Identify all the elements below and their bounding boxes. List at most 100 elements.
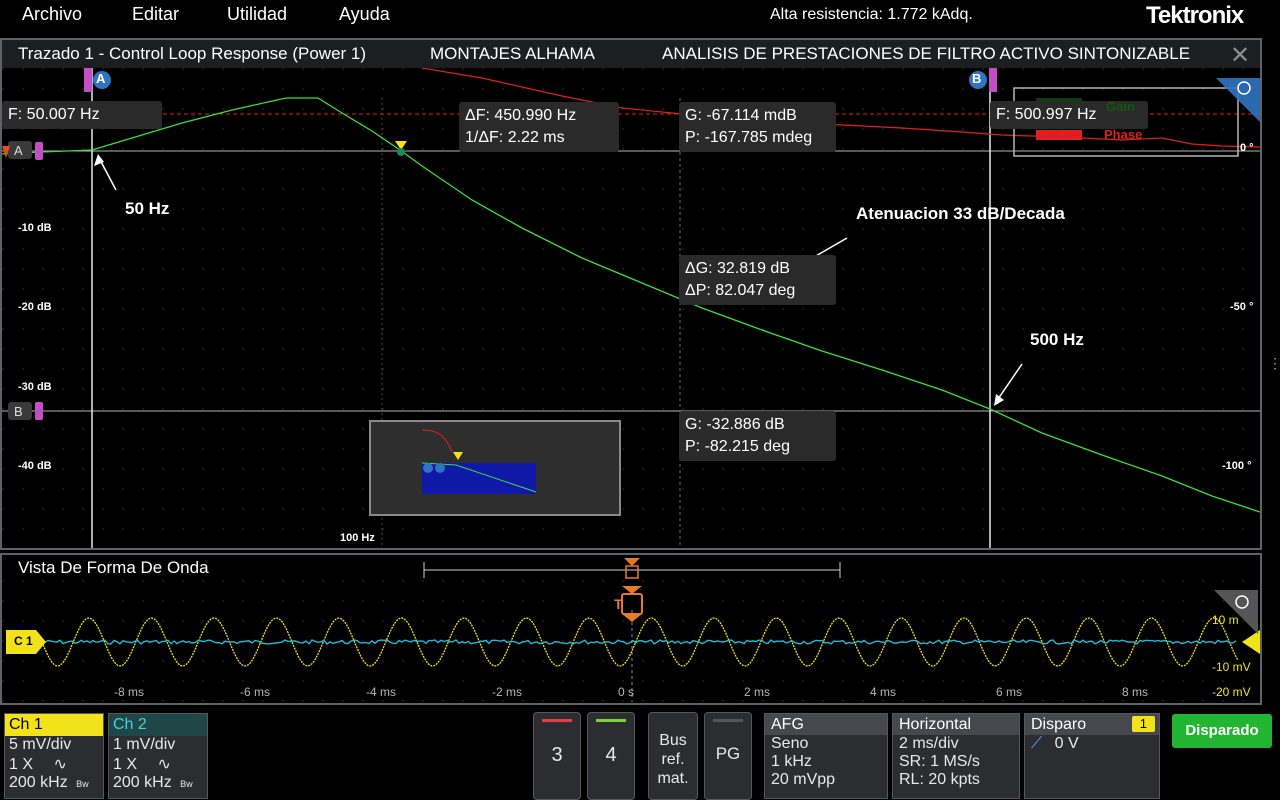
cursor-b-handle[interactable] <box>989 68 997 92</box>
trigger-panel[interactable]: Disparo 1 ⟋ 0 V <box>1024 713 1160 799</box>
ch4-color-bar <box>596 719 626 722</box>
wave-y-tick: -10 mV <box>1212 660 1251 674</box>
cursor-b-letter: B <box>972 71 982 86</box>
ch1-badge[interactable]: Ch 1 5 mV/div 1 X ∿ 200 kHz Bw <box>4 713 104 799</box>
trigger-label: T <box>614 596 623 612</box>
wave-x-tick: -6 ms <box>240 685 270 699</box>
minimap-b-icon <box>435 463 445 473</box>
channel-3-button[interactable]: 3 <box>533 712 581 800</box>
wave-x-tick: 6 ms <box>996 685 1023 699</box>
close-icon[interactable]: ✕ <box>1230 41 1250 70</box>
wave-x-tick: 0 s <box>618 685 635 699</box>
ref-b-handle[interactable] <box>35 402 43 420</box>
ch2-title: Ch 2 <box>109 714 207 736</box>
brand-logo: Tektronix <box>1146 2 1244 29</box>
y-tick-right: 0 ° <box>1240 142 1254 154</box>
top-phase: P: -167.785 mdeg <box>685 129 813 146</box>
side-drawer-handle-icon[interactable]: ⋮ <box>1268 356 1280 380</box>
channel-4-button[interactable]: 4 <box>587 712 635 800</box>
pg-label: PG <box>715 744 741 763</box>
ac-coupling-icon: ∿ <box>157 756 171 773</box>
bw-limit-icon: Bw <box>76 779 89 789</box>
readout-delta-g: ΔG: 32.819 dB ΔP: 82.047 deg <box>679 255 836 305</box>
horizontal-panel[interactable]: Horizontal 2 ms/div SR: 1 MS/s RL: 20 kp… <box>892 713 1020 799</box>
cursor-a-handle[interactable] <box>84 68 92 92</box>
bus-ref-math-button[interactable]: Bus ref. mat. <box>648 712 698 800</box>
legend-gain-label: Gain <box>1106 99 1135 114</box>
afg-panel[interactable]: AFG Seno 1 kHz 20 mVpp <box>764 713 888 799</box>
ch1-title: Ch 1 <box>5 714 103 736</box>
x-tick: 100 Hz <box>340 532 375 544</box>
afg-frequency: 1 kHz <box>771 753 812 770</box>
annotation-atten: Atenuacion 33 dB/Decada <box>856 204 1065 223</box>
rising-edge-icon: ⟋ <box>1031 735 1043 752</box>
ch1-tag-label: C 1 <box>14 634 33 648</box>
ch2-probe: 1 X ∿ <box>113 756 171 773</box>
peak-dot-icon <box>397 148 405 156</box>
wave-x-tick: 4 ms <box>870 685 897 699</box>
afg-amplitude: 20 mVpp <box>771 771 836 788</box>
bode-plot-area[interactable] <box>2 68 1260 548</box>
ref-label: ref. <box>661 751 685 768</box>
ref-a-handle[interactable] <box>35 142 43 160</box>
bus-label: Bus <box>659 732 687 749</box>
delta-phase: ΔP: 82.047 deg <box>685 282 796 299</box>
menu-ayuda[interactable]: Ayuda <box>339 4 390 25</box>
ch2-scale: 1 mV/div <box>113 736 176 753</box>
menu-archivo[interactable]: Archivo <box>22 4 82 25</box>
ch2-badge[interactable]: Ch 2 1 mV/div 1 X ∿ 200 kHz Bw <box>108 713 208 799</box>
horizontal-title: Horizontal <box>893 714 1019 735</box>
ch1-probe: 1 X ∿ <box>9 756 67 773</box>
horizontal-scale: 2 ms/div <box>899 735 959 752</box>
top-gain: G: -67.114 mdB <box>685 107 797 124</box>
pg-button[interactable]: PG <box>704 712 752 800</box>
acquisition-status: Alta resistencia: 1.772 kAdq. <box>770 6 973 23</box>
wave-y-tick: 10 m <box>1212 613 1239 627</box>
annotation-500hz: 500 Hz <box>1030 330 1084 349</box>
minimap-a-icon <box>423 463 433 473</box>
record-length: RL: 20 kpts <box>899 771 980 788</box>
afg-waveform: Seno <box>771 735 809 752</box>
waveform-grid <box>2 580 1260 702</box>
menu-editar[interactable]: Editar <box>132 4 179 25</box>
menu-utilidad[interactable]: Utilidad <box>227 4 287 25</box>
wave-y-tick: -20 mV <box>1212 685 1251 699</box>
readout-freq-a: F: 50.007 Hz <box>2 101 162 129</box>
trigger-level: 0 V <box>1054 735 1079 752</box>
legend-phase-label: Phase <box>1104 127 1143 142</box>
readout-bottom: G: -32.886 dB P: -82.215 deg <box>679 411 836 461</box>
ch3-label: 3 <box>551 744 563 766</box>
wave-x-tick: 2 ms <box>744 685 771 699</box>
afg-title: AFG <box>765 714 887 735</box>
ch2-bw: 200 kHz Bw <box>113 774 193 791</box>
y-tick-left: -30 dB <box>18 381 52 393</box>
ch4-label: 4 <box>605 744 617 766</box>
y-tick-right: -50 ° <box>1230 301 1254 313</box>
plot-title: Trazado 1 - Control Loop Response (Power… <box>18 44 367 63</box>
ac-coupling-icon: ∿ <box>53 756 67 773</box>
y-tick-left: -10 dB <box>18 222 52 234</box>
ref-b-letter: B <box>14 404 23 419</box>
acquisition-state-badge[interactable]: Disparado <box>1172 714 1272 748</box>
menu-bar <box>0 0 1280 38</box>
sample-rate: SR: 1 MS/s <box>899 753 980 770</box>
record-overview-bar[interactable] <box>420 558 844 582</box>
y-tick-right: -100 ° <box>1222 460 1252 472</box>
readout-delta-f: ΔF: 450.990 Hz 1/ΔF: 2.22 ms <box>459 102 619 152</box>
math-label: mat. <box>657 770 689 787</box>
ref-a-letter: A <box>14 143 23 158</box>
bottom-phase: P: -82.215 deg <box>685 438 790 455</box>
wave-x-tick: -8 ms <box>114 685 144 699</box>
delta-gain: ΔG: 32.819 dB <box>685 260 790 277</box>
waveform-area[interactable] <box>2 580 1260 702</box>
bw-limit-icon: Bw <box>180 779 193 789</box>
wave-x-tick: -4 ms <box>366 685 396 699</box>
delta-f: ΔF: 450.990 Hz <box>465 107 577 124</box>
plot-subtitle: MONTAJES ALHAMA <box>430 44 595 63</box>
plot-title-right: ANALISIS DE PRESTACIONES DE FILTRO ACTIV… <box>662 44 1191 63</box>
trigger-title: Disparo <box>1031 716 1087 733</box>
trigger-title-row: Disparo 1 <box>1025 714 1159 735</box>
annotation-50hz: 50 Hz <box>125 199 170 218</box>
ch3-color-bar <box>542 719 572 722</box>
pg-color-bar <box>713 719 743 722</box>
